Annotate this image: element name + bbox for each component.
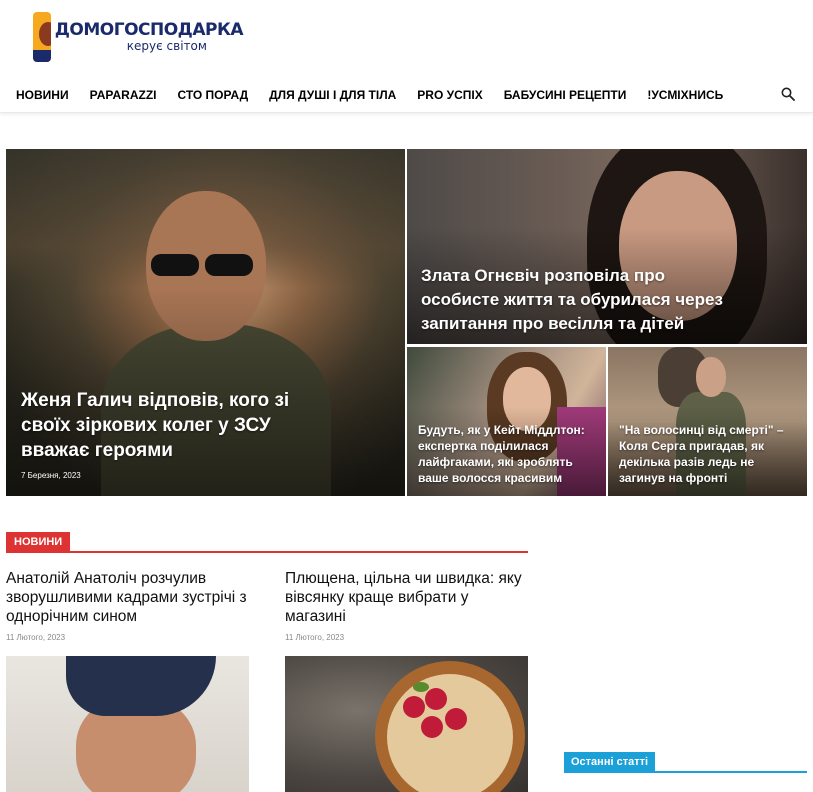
nav-item-sto-porad[interactable]: СТО ПОРАД	[177, 88, 248, 102]
news-article-2: Плющена, цільна чи швидка: яку вівсянку …	[285, 569, 529, 642]
featured-main-date: 7 Березня, 2023	[21, 471, 81, 480]
logo-tagline: керує світом	[126, 39, 207, 53]
news-article-1-date: 11 Лютого, 2023	[6, 633, 66, 642]
featured-main-tile[interactable]: Женя Галич відповів, кого зі своїх зірко…	[6, 149, 405, 496]
nav-item-usmikhnys[interactable]: !УСМІХНИСЬ	[647, 88, 723, 102]
logo-badge-icon	[33, 12, 51, 62]
main-nav: НОВИНИ PAPARAZZI СТО ПОРАД ДЛЯ ДУШІ І ДЛ…	[0, 78, 813, 113]
search-icon[interactable]	[781, 87, 795, 101]
featured-bottom-left-tile[interactable]: Будуть, як у Кейт Міддлтон: експертка по…	[407, 347, 606, 496]
sidebar-latest-header: Останні статті	[564, 752, 807, 773]
news-section-label[interactable]: НОВИНИ	[6, 532, 71, 553]
featured-bottom-left-title[interactable]: Будуть, як у Кейт Міддлтон: експертка по…	[418, 422, 596, 486]
logo-main-text: ДОМОГОСПОДАРКА	[54, 20, 244, 40]
news-article-2-image[interactable]	[285, 656, 528, 792]
site-logo[interactable]: ДОМОГОСПОДАРКА керує світом	[33, 12, 244, 62]
news-section-header: НОВИНИ	[6, 532, 528, 553]
featured-top-right-title[interactable]: Злата Огнєвіч розповіла про особисте жит…	[421, 264, 741, 336]
featured-bottom-right-title[interactable]: "На волосинці від смерті" – Коля Серга п…	[619, 422, 801, 486]
nav-item-babusyni-retsepty[interactable]: БАБУСИНІ РЕЦЕПТИ	[504, 88, 627, 102]
nav-item-novyny[interactable]: НОВИНИ	[16, 88, 69, 102]
news-article-1-image[interactable]	[6, 656, 249, 792]
news-article-2-title[interactable]: Плющена, цільна чи швидка: яку вівсянку …	[285, 569, 529, 626]
nav-item-paparazzi[interactable]: PAPARAZZI	[90, 88, 157, 102]
nav-item-dlya-dushi[interactable]: ДЛЯ ДУШІ І ДЛЯ ТІЛА	[269, 88, 396, 102]
featured-main-title[interactable]: Женя Галич відповів, кого зі своїх зірко…	[21, 388, 321, 463]
featured-bottom-right-tile[interactable]: "На волосинці від смерті" – Коля Серга п…	[608, 347, 807, 496]
featured-top-right-tile[interactable]: Злата Огнєвіч розповіла про особисте жит…	[407, 149, 807, 344]
news-article-2-date: 11 Лютого, 2023	[285, 633, 345, 642]
news-article-1: Анатолій Анатоліч розчулив зворушливими …	[6, 569, 250, 642]
news-article-1-title[interactable]: Анатолій Анатоліч розчулив зворушливими …	[6, 569, 250, 626]
sidebar-latest-label[interactable]: Останні статті	[564, 752, 656, 773]
logo-text: ДОМОГОСПОДАРКА керує світом	[54, 20, 244, 53]
nav-item-pro-uspikh[interactable]: PRO УСПІХ	[417, 88, 482, 102]
